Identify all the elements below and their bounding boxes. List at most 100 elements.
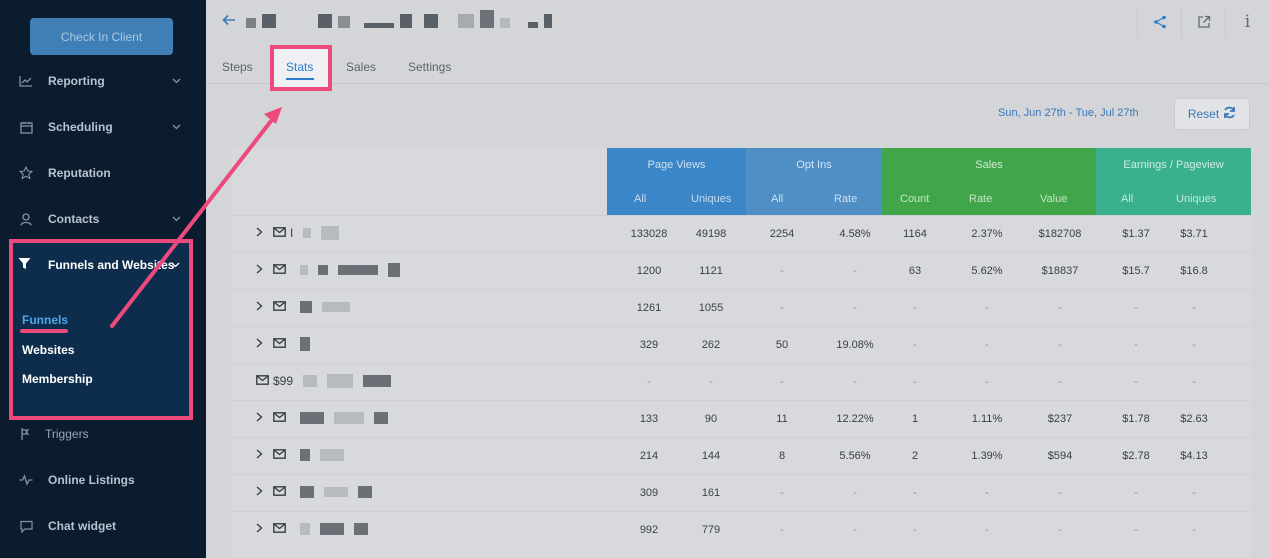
chevron-right-icon[interactable] <box>256 411 263 425</box>
sidebar-item-contacts[interactable]: Contacts <box>0 199 206 239</box>
chevron-right-icon[interactable] <box>256 226 263 240</box>
share-icon[interactable] <box>1137 6 1181 38</box>
row-label[interactable] <box>256 263 400 277</box>
tab-stats[interactable]: Stats <box>286 60 313 74</box>
table-cell: $3.71 <box>1180 228 1208 240</box>
col-header-value: Value <box>1040 193 1068 205</box>
tab-settings[interactable]: Settings <box>408 60 451 74</box>
table-row[interactable]: 1261 1055 - - - - - - - <box>232 289 1251 326</box>
row-name: I <box>290 226 294 240</box>
redacted-text <box>300 449 310 461</box>
reset-label: Reset <box>1187 107 1220 121</box>
table-row[interactable]: $99 - - - - - - - - - <box>232 363 1251 400</box>
table-cell: 1.39% <box>971 450 1003 462</box>
table-cell: - <box>780 302 784 314</box>
chevron-right-icon[interactable] <box>256 522 263 536</box>
row-label[interactable] <box>256 485 372 499</box>
sidebar-item-reporting[interactable]: Reporting <box>0 61 206 101</box>
tab-sales[interactable]: Sales <box>346 60 376 74</box>
table-cell: 50 <box>775 339 789 351</box>
group-header-sales: Sales Count Rate Value <box>882 148 1096 215</box>
tab-steps[interactable]: Steps <box>222 60 253 74</box>
sidebar-item-label: Reporting <box>48 74 105 88</box>
table-cell: 2.37% <box>971 228 1003 240</box>
table-cell: - <box>985 524 989 536</box>
chevron-right-icon[interactable] <box>256 300 263 314</box>
table-cell: - <box>913 339 917 351</box>
reset-button[interactable]: Reset <box>1174 98 1250 130</box>
table-cell: 90 <box>704 413 718 425</box>
row-label[interactable] <box>256 448 344 462</box>
table-cell: $1.37 <box>1122 228 1150 240</box>
table-cell: - <box>780 524 784 536</box>
table-row[interactable]: 214 144 8 5.56% 2 1.39% $594 $2.78 $4.13 <box>232 437 1251 474</box>
redacted-text <box>354 523 368 535</box>
table-cell: - <box>1058 339 1062 351</box>
row-label[interactable] <box>256 411 388 425</box>
table-row[interactable]: I 133028 49198 2254 4.58% 1164 2.37% $182708 $1.… <box>232 215 1251 252</box>
row-label[interactable] <box>256 300 350 314</box>
funnel-icon <box>18 257 31 273</box>
sidebar-item-chat-widget[interactable]: Chat widget <box>0 506 206 546</box>
col-header-count: Count <box>900 193 930 205</box>
table-cell: - <box>1192 339 1196 351</box>
table-cell: $18837 <box>1041 265 1079 277</box>
table-row[interactable]: 133 90 11 12.22% 1 1.11% $237 $1.78 $2.63 <box>232 400 1251 437</box>
table-cell: 262 <box>701 339 721 351</box>
redacted-text <box>338 265 378 275</box>
table-cell: - <box>1192 524 1196 536</box>
chevron-down-icon <box>171 76 181 86</box>
chevron-right-icon[interactable] <box>256 337 263 351</box>
sidebar-subitem-membership[interactable]: Membership <box>22 372 93 386</box>
row-label[interactable]: I <box>256 226 340 240</box>
sidebar-subitem-funnels[interactable]: Funnels <box>22 313 68 327</box>
table-cell: $182708 <box>1038 228 1082 240</box>
sidebar-item-online-listings[interactable]: Online Listings <box>0 460 206 500</box>
redacted-text <box>300 412 324 424</box>
table-cell: 63 <box>908 265 922 277</box>
top-bar: i <box>206 0 1269 48</box>
date-range-picker[interactable]: Sun, Jun 27th - Tue, Jul 27th <box>998 107 1139 119</box>
col-header-uniques: Uniques <box>691 193 732 205</box>
chevron-right-icon[interactable] <box>256 485 263 499</box>
sidebar-item-reputation[interactable]: Reputation <box>0 153 206 193</box>
back-arrow-icon[interactable] <box>222 13 236 31</box>
row-label[interactable] <box>256 522 368 536</box>
sidebar-subitem-websites[interactable]: Websites <box>22 343 74 357</box>
table-cell: - <box>1058 487 1062 499</box>
table-cell: - <box>709 376 713 388</box>
table-cell: 49198 <box>695 228 727 240</box>
table-cell: - <box>853 376 857 388</box>
redacted-text <box>388 263 400 277</box>
redacted-text <box>358 486 372 498</box>
row-label[interactable] <box>256 337 310 351</box>
table-cell: - <box>985 339 989 351</box>
col-header-uniques: Uniques <box>1176 193 1217 205</box>
info-icon[interactable]: i <box>1225 6 1269 38</box>
table-cell: - <box>1134 339 1138 351</box>
sidebar-item-funnels-and-websites[interactable]: Funnels and Websites <box>0 246 206 284</box>
table-row[interactable]: 1200 1121 - - 63 5.62% $18837 $15.7 $16.8 <box>232 252 1251 289</box>
chevron-down-icon <box>171 122 181 132</box>
table-cell: 992 <box>639 524 659 536</box>
chart-line-icon <box>18 73 34 89</box>
table-cell: 12.22% <box>836 413 874 425</box>
row-label[interactable]: $99 <box>256 374 392 388</box>
sidebar-item-triggers[interactable]: Triggers <box>0 414 206 454</box>
redacted-text <box>322 302 350 312</box>
chevron-right-icon[interactable] <box>256 263 263 277</box>
table-cell: 19.08% <box>836 339 874 351</box>
table-cell: - <box>1134 302 1138 314</box>
table-row[interactable]: 329 262 50 19.08% - - - - - <box>232 326 1251 363</box>
table-cell: - <box>1134 487 1138 499</box>
sidebar-item-scheduling[interactable]: Scheduling <box>0 107 206 147</box>
table-row[interactable]: 309 161 - - - - - - - <box>232 474 1251 511</box>
table-cell: - <box>985 302 989 314</box>
chevron-right-icon[interactable] <box>256 448 263 462</box>
external-link-icon[interactable] <box>1181 6 1225 38</box>
redacted-text <box>300 486 314 498</box>
header-actions: i <box>1137 6 1269 38</box>
check-in-client-button[interactable]: Check In Client <box>30 18 173 55</box>
group-header-page-views: Page Views All Uniques <box>607 148 746 215</box>
table-row[interactable]: 992 779 - - - - - - - <box>232 511 1251 548</box>
